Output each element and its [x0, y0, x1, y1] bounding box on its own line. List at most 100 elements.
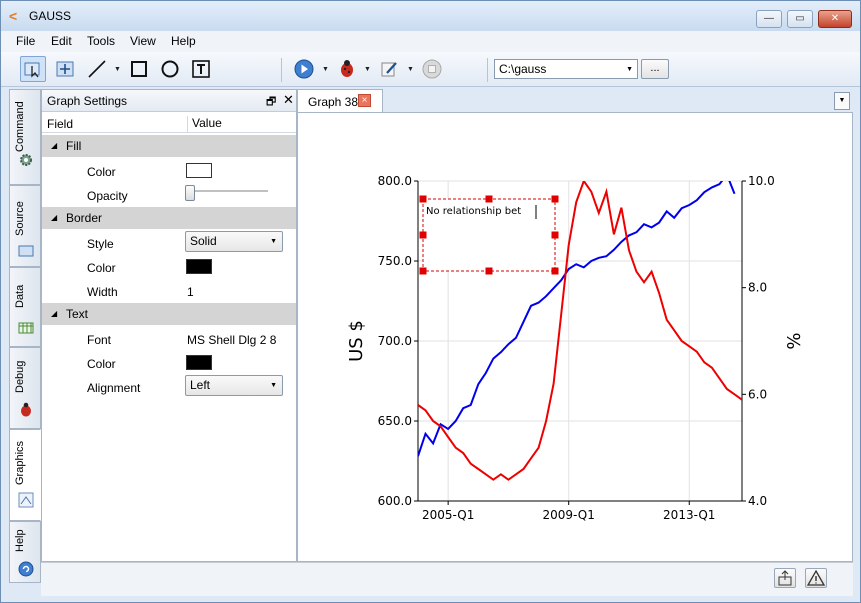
line-tool-button[interactable]: [84, 56, 110, 82]
rect-tool-button[interactable]: [126, 56, 152, 82]
edit-button[interactable]: [376, 56, 402, 82]
pan-tool-button[interactable]: [52, 56, 78, 82]
ellipse-tool-button[interactable]: [157, 56, 183, 82]
collapse-triangle-icon[interactable]: ◢: [51, 309, 57, 318]
run-icon: [294, 59, 314, 79]
y2-axis-label: %: [784, 332, 805, 349]
gear-icon: [20, 154, 32, 166]
annotation-text: No relationship bet: [426, 206, 521, 217]
browse-directory-button[interactable]: ...: [641, 59, 669, 79]
chevron-down-icon: ▼: [626, 66, 633, 73]
resize-handle: [419, 267, 427, 275]
tab-command-label: Command: [14, 101, 26, 152]
tab-debug[interactable]: Debug: [9, 347, 41, 429]
text-tool-button[interactable]: [188, 56, 214, 82]
graph-canvas[interactable]: 600.0 650.0 700.0 750.0 800.0 4.0 6.0 8.0 10.0 20…: [297, 112, 853, 562]
float-panel-icon[interactable]: 🗗: [266, 93, 276, 112]
group-text-label: Text: [66, 307, 89, 321]
menu-help[interactable]: Help: [171, 34, 196, 48]
tab-command[interactable]: Command: [9, 89, 41, 185]
tab-graph[interactable]: Graph 38 ×: [297, 89, 383, 113]
menu-edit[interactable]: Edit: [51, 34, 72, 48]
y-tick-label: 650.0: [378, 414, 412, 428]
resize-handle: [419, 195, 427, 203]
y-tick-label: 750.0: [378, 254, 412, 268]
close-tab-icon[interactable]: ×: [358, 94, 371, 107]
border-width-label: Width: [87, 285, 118, 299]
text-align-select[interactable]: Left ▼: [185, 375, 283, 396]
graph-settings-panel: Graph Settings 🗗 ✕ Field Value ◢ Fill Co…: [41, 89, 297, 562]
tab-source[interactable]: Source: [9, 185, 41, 267]
resize-handle: [485, 195, 493, 203]
opacity-slider-track[interactable]: [190, 190, 268, 192]
chart-annotation: No relationship bet: [419, 195, 559, 275]
y2-tick-label: 8.0: [748, 281, 767, 295]
text-color-swatch[interactable]: [186, 355, 212, 370]
column-value: Value: [187, 116, 222, 132]
app-logo-icon: <: [9, 8, 18, 24]
toolbar-separator: [281, 58, 282, 82]
warning-button[interactable]: [805, 568, 827, 588]
column-field: Field: [47, 117, 74, 131]
collapse-triangle-icon[interactable]: ◢: [51, 141, 57, 150]
group-border[interactable]: ◢ Border: [42, 207, 296, 229]
text-font-value[interactable]: MS Shell Dlg 2 8: [187, 333, 276, 347]
resize-handle: [551, 195, 559, 203]
chevron-down-icon: ▼: [270, 238, 277, 245]
warning-icon: [806, 569, 826, 586]
run-button[interactable]: [291, 56, 317, 82]
toolbar: ▼ ▼ ▼ ▼: [1, 52, 860, 87]
tab-list-dropdown[interactable]: ▼: [834, 92, 850, 110]
menu-tools[interactable]: Tools: [87, 34, 115, 48]
line-dropdown-icon[interactable]: ▼: [114, 66, 121, 73]
tab-help[interactable]: Help: [9, 521, 41, 583]
panel-header: Graph Settings 🗗 ✕: [42, 90, 296, 112]
move-icon: [56, 61, 74, 77]
tab-data[interactable]: Data: [9, 267, 41, 347]
chart-svg[interactable]: 600.0 650.0 700.0 750.0 800.0 4.0 6.0 8.0 10.0 20…: [298, 113, 852, 561]
y2-tick-label: 4.0: [748, 494, 767, 508]
maximize-button[interactable]: ▭: [787, 10, 813, 28]
side-tab-bar: Command Source Data Debug Graphics Help: [9, 89, 41, 589]
border-style-select[interactable]: Solid ▼: [185, 231, 283, 252]
group-fill[interactable]: ◢ Fill: [42, 135, 296, 157]
export-button[interactable]: [774, 568, 796, 588]
edit-dropdown-icon[interactable]: ▼: [407, 66, 414, 73]
y-tick-label: 600.0: [378, 494, 412, 508]
title-bar: < GAUSS — ▭ ✕: [1, 1, 860, 31]
y-axis-label: US $: [346, 320, 367, 362]
bug-icon: [21, 402, 31, 417]
resize-handle: [551, 267, 559, 275]
y-tick-label: 800.0: [378, 174, 412, 188]
group-fill-label: Fill: [66, 139, 82, 153]
tab-graphics[interactable]: Graphics: [9, 429, 41, 521]
fill-color-swatch[interactable]: [186, 163, 212, 178]
stop-button[interactable]: [419, 56, 445, 82]
debug-dropdown-icon[interactable]: ▼: [364, 66, 371, 73]
table-icon: [18, 322, 34, 334]
border-width-value[interactable]: 1: [187, 285, 194, 299]
export-icon: [778, 570, 792, 586]
fill-color-label: Color: [87, 165, 116, 179]
minimize-button[interactable]: —: [756, 10, 782, 28]
menu-bar: File Edit Tools View Help: [1, 31, 860, 52]
y2-tick-label: 6.0: [748, 387, 767, 401]
border-color-swatch[interactable]: [186, 259, 212, 274]
menu-file[interactable]: File: [16, 34, 35, 48]
close-button[interactable]: ✕: [818, 10, 852, 28]
collapse-triangle-icon[interactable]: ◢: [51, 213, 57, 222]
run-dropdown-icon[interactable]: ▼: [322, 66, 329, 73]
working-directory-combo[interactable]: C:\gauss ▼: [494, 59, 638, 79]
tab-graph-label: Graph 38: [308, 95, 359, 109]
property-table-header: Field Value: [42, 113, 296, 133]
working-directory-value: C:\gauss: [499, 62, 547, 76]
help-icon: [18, 561, 34, 577]
close-panel-icon[interactable]: ✕: [283, 92, 294, 108]
group-text[interactable]: ◢ Text: [42, 303, 296, 325]
app-window: < GAUSS — ▭ ✕ File Edit Tools View Help …: [0, 0, 861, 603]
menu-view[interactable]: View: [130, 34, 156, 48]
opacity-slider-thumb[interactable]: [185, 185, 195, 201]
select-tool-button[interactable]: [20, 56, 46, 82]
border-style-value: Solid: [190, 234, 217, 248]
debug-button[interactable]: [334, 56, 360, 82]
